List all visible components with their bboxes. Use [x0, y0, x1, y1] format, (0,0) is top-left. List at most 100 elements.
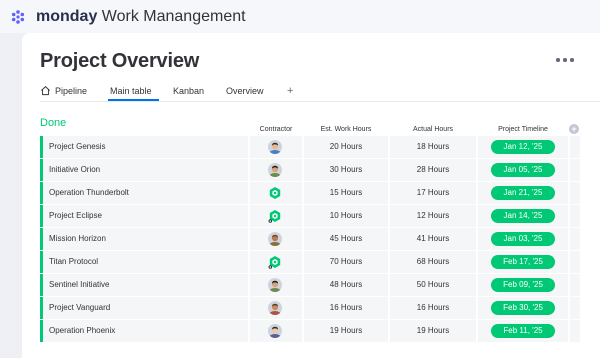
tab-pipeline[interactable]: Pipeline	[55, 86, 87, 96]
more-options-icon[interactable]	[556, 58, 576, 64]
item-name[interactable]: Mission Horizon	[49, 234, 106, 243]
contractor-avatar[interactable]	[268, 232, 282, 246]
item-name-cell[interactable]: Project Vanguard	[40, 297, 248, 319]
table-row[interactable]: Mission Horizon 45 Hours 41 Hours Jan 03…	[40, 228, 568, 250]
actual-hours-cell[interactable]: 50 Hours	[390, 274, 476, 296]
item-name[interactable]: Sentinel Initiative	[49, 280, 109, 289]
actual-hours-cell[interactable]: 28 Hours	[390, 159, 476, 181]
timeline-pill[interactable]: Feb 30, '25	[491, 301, 555, 315]
tab-kanban[interactable]: Kanban	[173, 86, 204, 96]
timeline-cell[interactable]: Feb 11, '25	[478, 320, 568, 342]
est-hours-cell[interactable]: 16 Hours	[304, 297, 388, 319]
item-name-cell[interactable]: Initiative Orion	[40, 159, 248, 181]
contractor-cell[interactable]	[250, 251, 302, 273]
item-name[interactable]: Initiative Orion	[49, 165, 100, 174]
est-hours-cell[interactable]: 48 Hours	[304, 274, 388, 296]
item-name[interactable]: Operation Thunderbolt	[49, 188, 129, 197]
item-name[interactable]: Operation Phoenix	[49, 326, 115, 335]
est-hours-cell[interactable]: 70 Hours	[304, 251, 388, 273]
column-header-est-hours[interactable]: Est. Work Hours	[304, 126, 388, 133]
timeline-pill[interactable]: Feb 17, '25	[491, 255, 555, 269]
contractor-cell[interactable]	[250, 274, 302, 296]
table-row[interactable]: Project Genesis 20 Hours 18 Hours Jan 12…	[40, 136, 568, 158]
timeline-pill[interactable]: Jan 21, '25	[491, 186, 555, 200]
actual-hours-cell[interactable]: 19 Hours	[390, 320, 476, 342]
est-hours-value: 48 Hours	[329, 280, 363, 289]
contractor-cell[interactable]	[250, 159, 302, 181]
monday-logo-icon	[11, 10, 25, 24]
item-name[interactable]: Project Eclipse	[49, 211, 102, 220]
timeline-cell[interactable]: Feb 09, '25	[478, 274, 568, 296]
actual-hours-cell[interactable]: 17 Hours	[390, 182, 476, 204]
contractor-logo-icon[interactable]	[268, 209, 282, 223]
item-name-cell[interactable]: Titan Protocol	[40, 251, 248, 273]
table-row[interactable]: Initiative Orion 30 Hours 28 Hours Jan 0…	[40, 159, 568, 181]
actual-hours-cell[interactable]: 16 Hours	[390, 297, 476, 319]
est-hours-cell[interactable]: 30 Hours	[304, 159, 388, 181]
contractor-avatar[interactable]	[268, 278, 282, 292]
timeline-cell[interactable]: Feb 30, '25	[478, 297, 568, 319]
timeline-pill[interactable]: Jan 14, '25	[491, 209, 555, 223]
timeline-pill[interactable]: Jan 03, '25	[491, 232, 555, 246]
active-tab-indicator	[108, 99, 159, 101]
table-row[interactable]: Sentinel Initiative 48 Hours 50 Hours Fe…	[40, 274, 568, 296]
add-view-button[interactable]: +	[287, 86, 293, 97]
timeline-pill[interactable]: Feb 09, '25	[491, 278, 555, 292]
est-hours-value: 45 Hours	[329, 234, 363, 243]
item-name-cell[interactable]: Operation Phoenix	[40, 320, 248, 342]
item-name[interactable]: Project Genesis	[49, 142, 105, 151]
column-header-actual-hours[interactable]: Actual Hours	[390, 126, 476, 133]
home-icon	[41, 86, 50, 96]
row-end-cell	[570, 274, 580, 296]
table-row[interactable]: Project Vanguard 16 Hours 16 Hours Feb 3…	[40, 297, 568, 319]
timeline-pill[interactable]: Feb 11, '25	[491, 324, 555, 338]
add-column-button[interactable]: +	[569, 124, 579, 134]
contractor-logo-icon[interactable]	[268, 255, 282, 269]
table-row[interactable]: Operation Phoenix 19 Hours 19 Hours Feb …	[40, 320, 568, 342]
contractor-avatar[interactable]	[268, 163, 282, 177]
column-header-timeline[interactable]: Project Timeline	[478, 126, 568, 133]
item-name-cell[interactable]: Project Genesis	[40, 136, 248, 158]
table-row[interactable]: Project Eclipse 10 Hours 12 Hours Jan 14…	[40, 205, 568, 227]
item-name-cell[interactable]: Sentinel Initiative	[40, 274, 248, 296]
item-name-cell[interactable]: Project Eclipse	[40, 205, 248, 227]
est-hours-cell[interactable]: 15 Hours	[304, 182, 388, 204]
timeline-cell[interactable]: Jan 03, '25	[478, 228, 568, 250]
contractor-cell[interactable]	[250, 205, 302, 227]
contractor-avatar[interactable]	[268, 324, 282, 338]
contractor-avatar[interactable]	[268, 301, 282, 315]
table-row[interactable]: Titan Protocol 70 Hours 68 Hours Feb 17,…	[40, 251, 568, 273]
est-hours-cell[interactable]: 19 Hours	[304, 320, 388, 342]
actual-hours-cell[interactable]: 18 Hours	[390, 136, 476, 158]
contractor-cell[interactable]	[250, 182, 302, 204]
table-row[interactable]: Operation Thunderbolt 15 Hours 17 Hours …	[40, 182, 568, 204]
timeline-cell[interactable]: Jan 14, '25	[478, 205, 568, 227]
actual-hours-cell[interactable]: 12 Hours	[390, 205, 476, 227]
tab-overview[interactable]: Overview	[226, 86, 264, 96]
timeline-cell[interactable]: Jan 05, '25	[478, 159, 568, 181]
actual-hours-cell[interactable]: 68 Hours	[390, 251, 476, 273]
est-hours-cell[interactable]: 10 Hours	[304, 205, 388, 227]
item-name[interactable]: Titan Protocol	[49, 257, 98, 266]
item-name-cell[interactable]: Mission Horizon	[40, 228, 248, 250]
timeline-cell[interactable]: Feb 17, '25	[478, 251, 568, 273]
timeline-cell[interactable]: Jan 12, '25	[478, 136, 568, 158]
contractor-cell[interactable]	[250, 297, 302, 319]
timeline-pill[interactable]: Jan 12, '25	[491, 140, 555, 154]
contractor-avatar[interactable]	[268, 140, 282, 154]
actual-hours-cell[interactable]: 41 Hours	[390, 228, 476, 250]
item-name[interactable]: Project Vanguard	[49, 303, 110, 312]
est-hours-cell[interactable]: 20 Hours	[304, 136, 388, 158]
contractor-cell[interactable]	[250, 320, 302, 342]
group-title[interactable]: Done	[40, 117, 66, 129]
est-hours-cell[interactable]: 45 Hours	[304, 228, 388, 250]
contractor-cell[interactable]	[250, 136, 302, 158]
item-name-cell[interactable]: Operation Thunderbolt	[40, 182, 248, 204]
timeline-cell[interactable]: Jan 21, '25	[478, 182, 568, 204]
contractor-cell[interactable]	[250, 228, 302, 250]
contractor-logo-icon[interactable]	[268, 186, 282, 200]
actual-hours-value: 19 Hours	[416, 326, 450, 335]
tab-main-table[interactable]: Main table	[110, 86, 152, 96]
timeline-pill[interactable]: Jan 05, '25	[491, 163, 555, 177]
column-header-contractor[interactable]: Contractor	[250, 126, 302, 133]
